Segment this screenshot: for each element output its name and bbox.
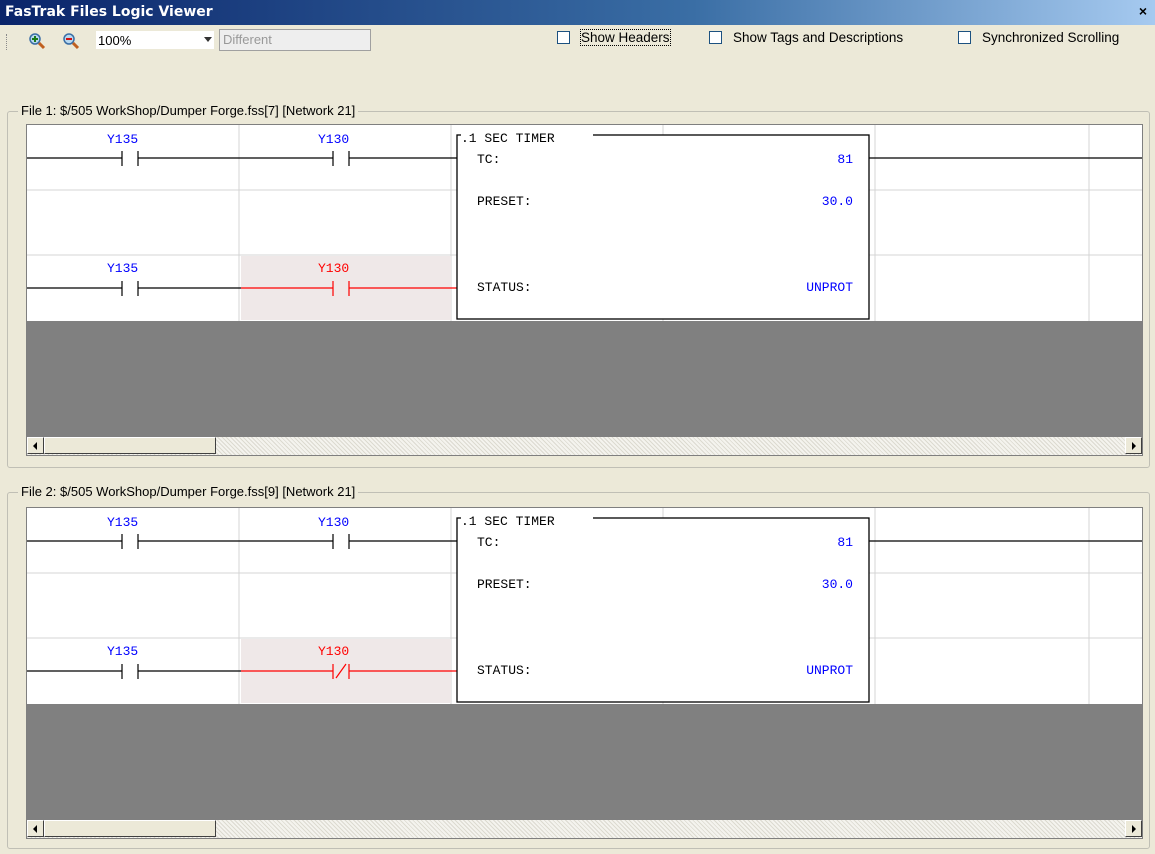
zoom-out-icon[interactable] — [62, 32, 80, 50]
rung2-contact2-tag: Y130 — [318, 261, 349, 276]
file1-empty-area — [27, 321, 1142, 437]
scroll-thumb[interactable] — [44, 820, 216, 837]
file1-ladder-view[interactable]: Y135 Y130 Y135 Y130 .1 SEC TIMER TC: 81 … — [26, 124, 1143, 456]
rung1-contact1-tag: Y135 — [107, 515, 138, 530]
rung1-contact2-tag: Y130 — [318, 515, 349, 530]
show-tags-label[interactable]: Show Tags and Descriptions — [733, 30, 903, 45]
file2-legend: File 2: $/505 WorkShop/Dumper Forge.fss[… — [18, 484, 359, 499]
rung2-contact1-tag: Y135 — [107, 644, 138, 659]
file1-horizontal-scrollbar[interactable] — [27, 437, 1142, 455]
filter-field[interactable]: Different — [219, 29, 371, 51]
timer-tc-value: 81 — [837, 535, 853, 550]
timer-tc-value: 81 — [837, 152, 853, 167]
window-title: FasTrak Files Logic Viewer — [5, 4, 213, 20]
timer-status-value: UNPROT — [806, 663, 853, 678]
timer-title: .1 SEC TIMER — [461, 131, 555, 146]
toolbar-grip[interactable] — [6, 34, 9, 50]
timer-status-value: UNPROT — [806, 280, 853, 295]
timer-preset-label: PRESET: — [477, 194, 532, 209]
file2-horizontal-scrollbar[interactable] — [27, 820, 1142, 838]
scroll-left-button[interactable] — [27, 437, 44, 454]
timer-title: .1 SEC TIMER — [461, 514, 555, 529]
file2-ladder-diagram: Y135 Y130 Y135 Y130 .1 SEC TIMER TC: 81 … — [27, 508, 1142, 704]
timer-preset-value: 30.0 — [822, 194, 853, 209]
timer-status-label: STATUS: — [477, 663, 532, 678]
title-bar: FasTrak Files Logic Viewer × — [0, 0, 1155, 25]
scroll-right-button[interactable] — [1125, 820, 1142, 837]
file2-empty-area — [27, 704, 1142, 820]
show-headers-checkbox[interactable] — [557, 31, 570, 44]
chevron-down-icon[interactable] — [204, 37, 212, 42]
show-tags-checkbox[interactable] — [709, 31, 722, 44]
timer-status-label: STATUS: — [477, 280, 532, 295]
filter-value: Different — [223, 32, 272, 47]
timer-preset-label: PRESET: — [477, 577, 532, 592]
file1-legend: File 1: $/505 WorkShop/Dumper Forge.fss[… — [18, 103, 359, 118]
rung1-contact1-tag: Y135 — [107, 132, 138, 147]
synchronized-scrolling-checkbox[interactable] — [958, 31, 971, 44]
zoom-dropdown[interactable]: 100% — [96, 31, 214, 49]
close-icon[interactable]: × — [1135, 3, 1151, 19]
scroll-right-button[interactable] — [1125, 437, 1142, 454]
synchronized-scrolling-label[interactable]: Synchronized Scrolling — [982, 30, 1119, 45]
zoom-value: 100% — [98, 33, 132, 48]
file2-ladder-view[interactable]: Y135 Y130 Y135 Y130 .1 SEC TIMER TC: 81 … — [26, 507, 1143, 839]
scroll-left-button[interactable] — [27, 820, 44, 837]
rung2-contact1-tag: Y135 — [107, 261, 138, 276]
show-headers-label[interactable]: Show Headers — [580, 29, 671, 46]
timer-tc-label: TC: — [477, 535, 500, 550]
timer-tc-label: TC: — [477, 152, 500, 167]
timer-preset-value: 30.0 — [822, 577, 853, 592]
scroll-thumb[interactable] — [44, 437, 216, 454]
rung1-contact2-tag: Y130 — [318, 132, 349, 147]
rung2-contact2-tag: Y130 — [318, 644, 349, 659]
zoom-in-icon[interactable] — [28, 32, 46, 50]
file1-ladder-diagram: Y135 Y130 Y135 Y130 .1 SEC TIMER TC: 81 … — [27, 125, 1142, 321]
